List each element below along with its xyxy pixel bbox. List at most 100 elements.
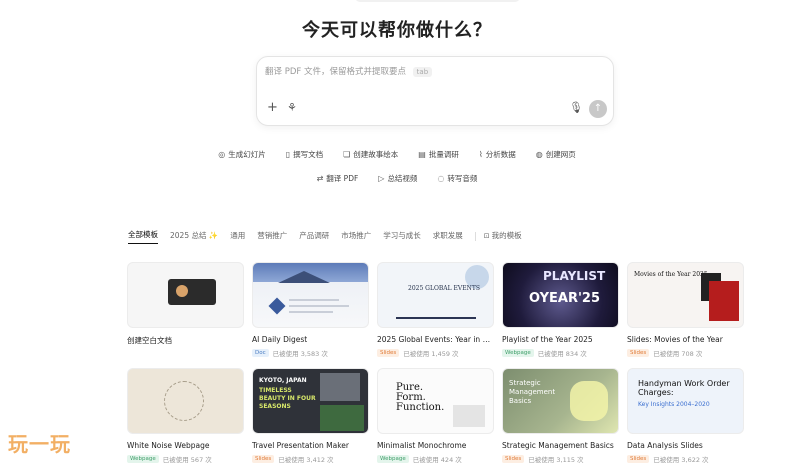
audio-icon: ◌: [437, 174, 445, 183]
quick-action-doc[interactable]: ▯ 撰写文档: [278, 147, 331, 162]
template-thumbnail: Strategic Management Basics: [502, 368, 619, 434]
tab-general[interactable]: 通用: [230, 230, 245, 244]
thumbnail-text: OYEAR'25: [529, 291, 601, 306]
quick-action-translate[interactable]: ⇄ 翻译 PDF: [309, 171, 367, 186]
usage-count: 已被使用 3,622 次: [653, 456, 709, 464]
prompt-placeholder[interactable]: 翻译 PDF 文件，保留格式并提取要点 tab: [265, 65, 433, 77]
usage-count: 已被使用 3,583 次: [272, 350, 328, 358]
arrow-up-icon: ↑: [593, 103, 603, 114]
star-illustration: [268, 297, 286, 315]
usage-count: 已被使用 708 次: [653, 350, 703, 358]
template-card[interactable]: Movies of the Year 2025 Slides: Movies o…: [627, 262, 744, 358]
type-badge: Slides: [627, 349, 650, 357]
usage-count: 已被使用 834 次: [537, 350, 587, 358]
template-card[interactable]: 2025 GLOBAL EVENTS 2025 Global Events: Y…: [377, 262, 494, 358]
photo-illustration: [320, 373, 360, 401]
blank-doc-illustration: [168, 279, 216, 305]
quick-action-label: 生成幻灯片: [228, 150, 266, 159]
thumbnail-text: Movies of the Year 2025: [634, 271, 708, 278]
slides-icon: ◎: [218, 150, 226, 159]
top-fade: [355, 0, 520, 2]
book-icon: ❏: [343, 150, 351, 159]
tab-my-templates[interactable]: ⊡ 我的模板: [484, 230, 522, 244]
template-card[interactable]: PLAYLIST OYEAR'25 Playlist of the Year 2…: [502, 262, 619, 358]
template-title: AI Daily Digest: [252, 335, 308, 344]
prompt-box[interactable]: 翻译 PDF 文件，保留格式并提取要点 tab + ⚘ 🎙 ↑: [256, 56, 614, 126]
translate-icon: ⇄: [316, 174, 324, 183]
watermark-logo: 玩一玩: [8, 432, 71, 456]
text-line: [289, 305, 349, 307]
research-icon: ▤: [418, 150, 426, 159]
quick-actions-row-1: ◎ 生成幻灯片 ▯ 撰写文档 ❏ 创建故事绘本 ▤ 批量调研 ⌇ 分析数据 ◍ 创建网页: [0, 147, 794, 162]
template-meta: Slides 已被使用 3,115 次: [502, 454, 619, 464]
template-title: Travel Presentation Maker: [252, 441, 350, 450]
text-line: [289, 311, 333, 313]
video-icon: ▷: [378, 174, 385, 183]
template-meta: Slides 已被使用 3,622 次: [627, 454, 744, 464]
tab-2025-summary[interactable]: 2025 总结 ✨: [170, 230, 218, 244]
tools-icon[interactable]: ⚘: [287, 102, 297, 114]
type-badge: Webpage: [127, 455, 159, 463]
prompt-placeholder-text: 翻译 PDF 文件，保留格式并提取要点: [265, 67, 406, 77]
doc-icon: ▯: [285, 150, 291, 159]
tab-marketing[interactable]: 营销推广: [257, 230, 287, 244]
template-title: Playlist of the Year 2025: [502, 335, 593, 344]
template-meta: Slides 已被使用 1,459 次: [377, 348, 494, 358]
thumbnail-text: PLAYLIST: [543, 269, 606, 283]
quick-action-analyze[interactable]: ⌇ 分析数据: [471, 147, 524, 162]
template-card[interactable]: KYOTO, JAPAN TIMELESS BEAUTY IN FOUR SEA…: [252, 368, 369, 464]
type-badge: Slides: [377, 349, 400, 357]
tab-my-templates-label: 我的模板: [491, 230, 522, 240]
quick-action-slides[interactable]: ◎ 生成幻灯片: [210, 147, 273, 162]
quick-action-video[interactable]: ▷ 总结视频: [370, 171, 425, 186]
template-meta: Slides 已被使用 3,412 次: [252, 454, 369, 464]
usage-count: 已被使用 3,115 次: [528, 456, 584, 464]
tab-all[interactable]: 全部模板: [128, 229, 158, 244]
template-thumbnail: KYOTO, JAPAN TIMELESS BEAUTY IN FOUR SEA…: [252, 368, 369, 434]
tab-learning[interactable]: 学习与成长: [383, 230, 421, 244]
send-button[interactable]: ↑: [589, 100, 607, 118]
thumbnail-text: Key Insights 2004–2020: [638, 401, 710, 408]
photo-illustration: [453, 405, 485, 427]
plus-icon[interactable]: +: [267, 101, 278, 114]
thumbnail-text: 2025 GLOBAL EVENTS: [408, 285, 480, 292]
tab-product-research[interactable]: 产品调研: [299, 230, 329, 244]
template-meta: Webpage 已被使用 424 次: [377, 454, 494, 464]
photo-illustration: [320, 405, 364, 431]
quick-action-label: 批量调研: [428, 150, 459, 159]
quick-action-research[interactable]: ▤ 批量调研: [410, 147, 467, 162]
usage-count: 已被使用 424 次: [412, 456, 462, 464]
template-thumbnail: Pure. Form. Function.: [377, 368, 494, 434]
template-thumbnail: 2025 GLOBAL EVENTS: [377, 262, 494, 328]
template-tabs: 全部模板 2025 总结 ✨ 通用 营销推广 产品调研 市场推广 学习与成长 求…: [128, 229, 534, 244]
template-card[interactable]: White Noise Webpage Webpage 已被使用 567 次: [127, 368, 244, 464]
tab-market-promo[interactable]: 市场推广: [341, 230, 371, 244]
underline-bar: [396, 317, 476, 319]
template-card[interactable]: 创建空白文档: [127, 262, 244, 346]
tab-hint-badge: tab: [412, 67, 433, 77]
template-title: 2025 Global Events: Year in Revi…: [377, 335, 494, 344]
thumbnail-text: Strategic Management Basics: [509, 379, 556, 405]
web-icon: ◍: [535, 150, 543, 159]
glow-illustration: [570, 381, 608, 421]
template-card[interactable]: Pure. Form. Function. Minimalist Monochr…: [377, 368, 494, 464]
mountain-illustration: [278, 271, 330, 283]
template-card[interactable]: Handyman Work Order Charges: Key Insight…: [627, 368, 744, 464]
template-thumbnail: Movies of the Year 2025: [627, 262, 744, 328]
template-card[interactable]: Strategic Management Basics Strategic Ma…: [502, 368, 619, 464]
quick-action-book[interactable]: ❏ 创建故事绘本: [335, 147, 406, 162]
ring-illustration: [164, 381, 204, 421]
page-headline: 今天可以帮你做什么？: [302, 20, 492, 41]
quick-action-web[interactable]: ◍ 创建网页: [528, 147, 584, 162]
type-badge: Doc: [252, 349, 269, 357]
thumbnail-text: KYOTO, JAPAN: [259, 377, 307, 384]
usage-count: 已被使用 1,459 次: [403, 350, 459, 358]
template-meta: Slides 已被使用 708 次: [627, 348, 744, 358]
template-title: 创建空白文档: [127, 336, 172, 345]
mic-icon[interactable]: 🎙: [569, 102, 583, 114]
template-card[interactable]: AI Daily Digest Doc 已被使用 3,583 次: [252, 262, 369, 358]
tab-career[interactable]: 求职发展: [433, 230, 463, 244]
template-thumbnail: [127, 368, 244, 434]
template-title: Minimalist Monochrome: [377, 441, 467, 450]
quick-action-audio[interactable]: ◌ 转写音频: [429, 171, 485, 186]
